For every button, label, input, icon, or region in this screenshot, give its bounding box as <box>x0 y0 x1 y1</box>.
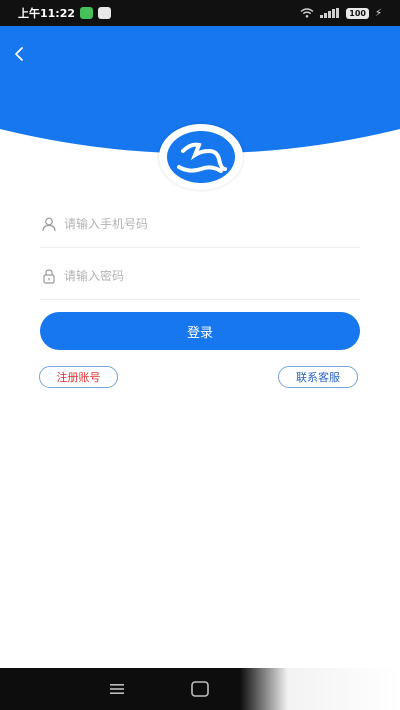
signal-icon <box>320 8 340 18</box>
status-right: 100 ⚡ <box>300 7 382 19</box>
notification-app-icon <box>80 7 94 19</box>
app-logo <box>159 124 243 190</box>
chevron-left-icon <box>15 47 23 61</box>
phone-field <box>40 200 360 248</box>
battery-icon: 100 <box>346 7 369 19</box>
password-input[interactable] <box>64 268 360 283</box>
screen-glare <box>240 668 400 710</box>
notification-message-icon <box>98 7 112 19</box>
login-button[interactable]: 登录 <box>40 312 360 350</box>
register-label: 注册账号 <box>56 371 101 384</box>
status-left: 上午11:22 <box>18 5 112 21</box>
home-icon[interactable] <box>190 680 210 698</box>
charging-bolt-icon: ⚡ <box>374 7 382 19</box>
status-bar: 上午11:22 100 ⚡ <box>0 0 400 26</box>
phone-input[interactable] <box>64 216 360 231</box>
lock-icon <box>40 267 58 285</box>
register-button[interactable]: 注册账号 <box>39 366 118 388</box>
battery-level: 100 <box>349 8 366 18</box>
contact-service-button[interactable]: 联系客服 <box>278 366 358 388</box>
password-field <box>40 252 360 300</box>
user-icon <box>40 215 58 233</box>
back-button[interactable] <box>12 46 42 76</box>
status-time: 上午11:22 <box>18 7 76 20</box>
menu-icon[interactable] <box>110 684 124 694</box>
wifi-icon <box>300 8 314 18</box>
system-nav-bar <box>0 668 400 710</box>
app-logo-icon <box>167 131 235 183</box>
contact-service-label: 联系客服 <box>296 371 340 384</box>
